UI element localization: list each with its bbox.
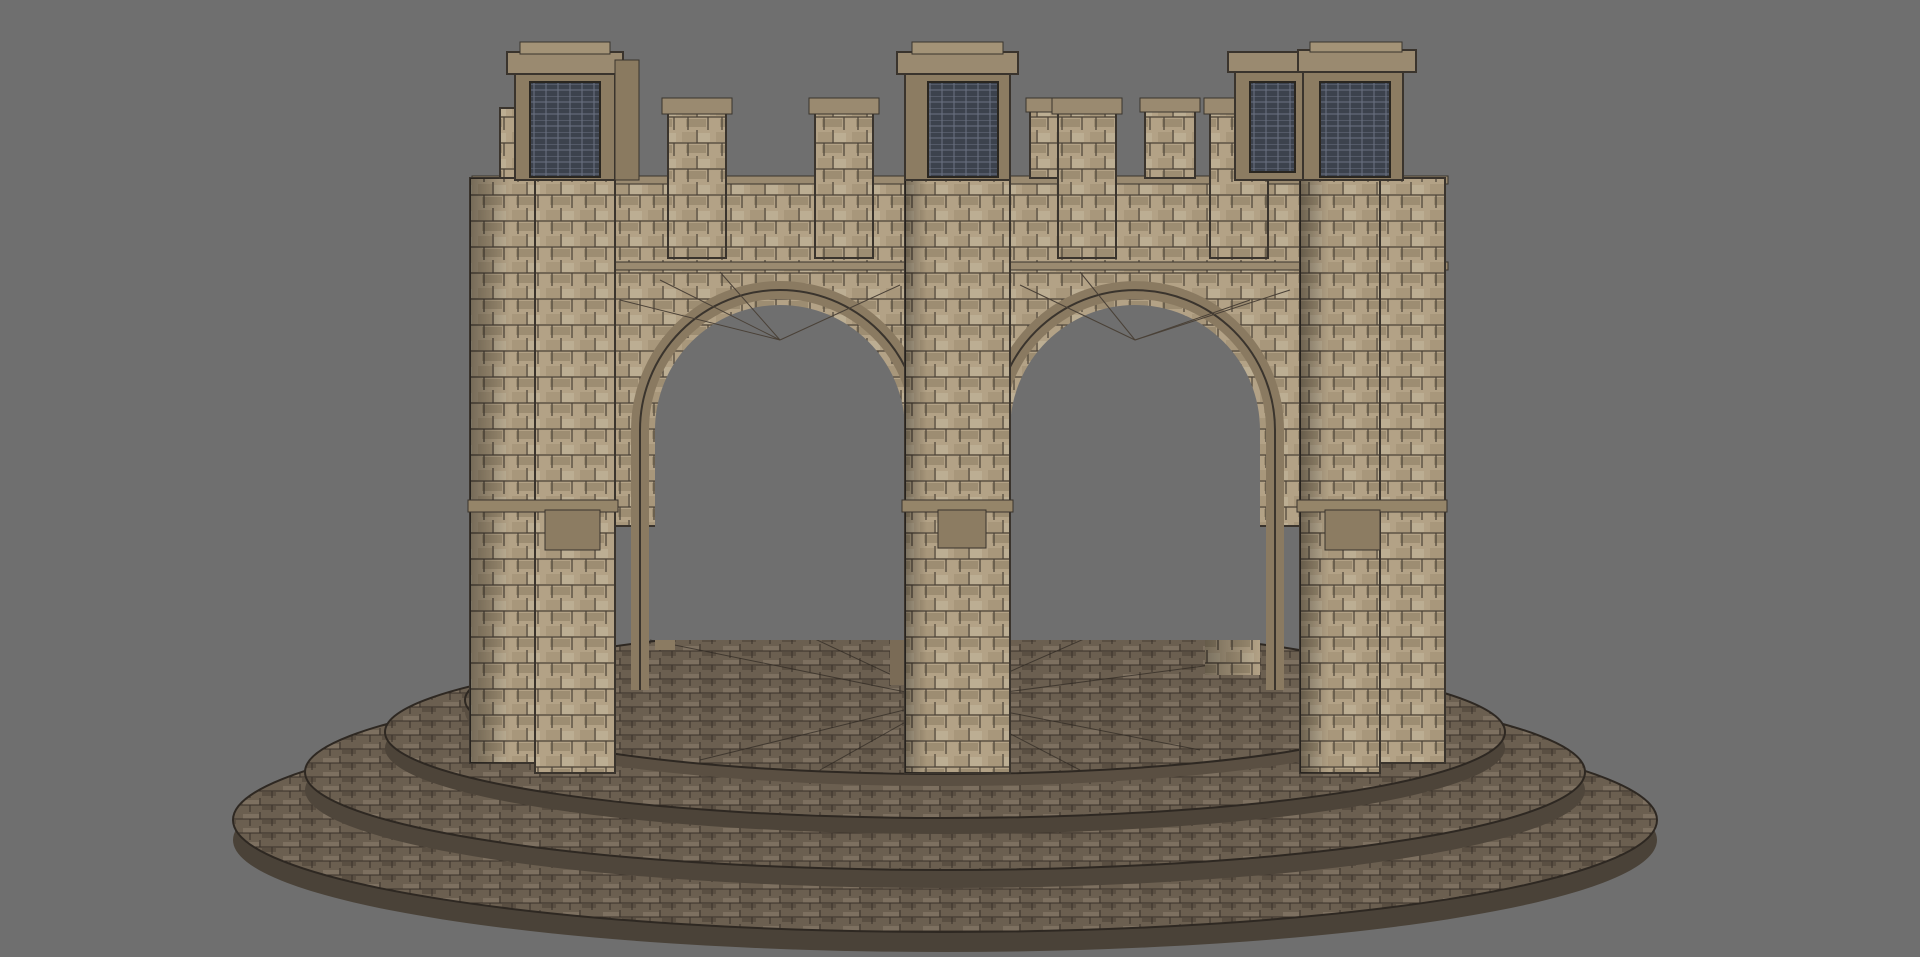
turret-right bbox=[1227, 41, 1417, 181]
model-render bbox=[232, 41, 1658, 952]
left-pier bbox=[467, 177, 619, 774]
center-pier bbox=[901, 177, 1014, 774]
3d-viewport[interactable] bbox=[0, 0, 1920, 957]
turret-left bbox=[506, 41, 640, 181]
right-pier bbox=[1296, 177, 1448, 774]
turret-center bbox=[896, 41, 1019, 181]
